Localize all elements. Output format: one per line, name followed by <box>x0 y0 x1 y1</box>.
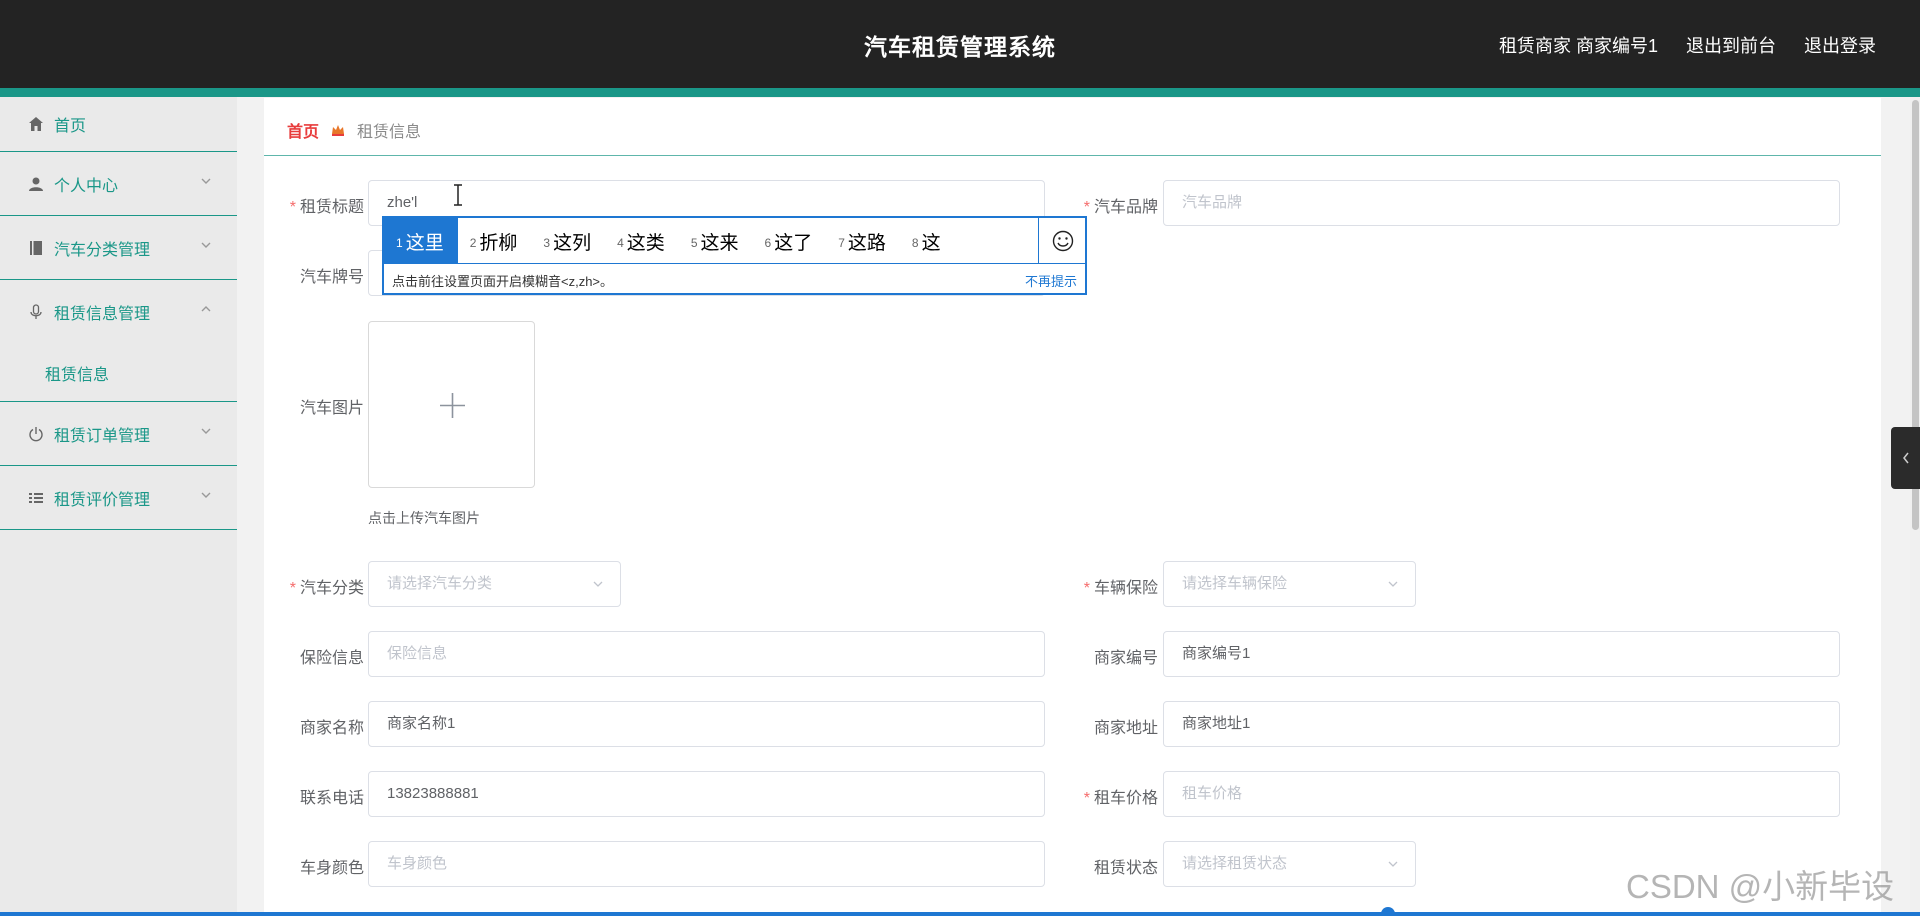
ime-hint[interactable]: 点击前往设置页面开启模糊音<z,zh>。 <box>392 271 613 290</box>
price-label: 租车价格 <box>1048 784 1158 808</box>
status-label: 租赁状态 <box>1093 860 1158 877</box>
ime-candidate[interactable]: 6 这了 <box>753 218 827 263</box>
color-input[interactable]: 车身颜色 <box>368 841 1045 887</box>
sidebar-item-label: 个人中心 <box>54 177 119 195</box>
price-input[interactable]: 租车价格 <box>1163 771 1840 817</box>
chevron-down-icon <box>1388 861 1398 867</box>
phone-input[interactable]: 13823888881 <box>368 771 1045 817</box>
plus-icon <box>440 393 465 418</box>
chevron-down-icon <box>201 428 211 434</box>
sidebar: 首页 个人中心 汽车分类管理 租赁信息管理 租赁信息 租赁订单管理 租赁评价管理 <box>0 97 237 916</box>
sidebar-item-rental-review[interactable]: 租赁评价管理 <box>0 466 237 530</box>
insurance-label: 车辆保险 <box>1048 574 1158 598</box>
sidebar-item-label: 首页 <box>54 118 87 135</box>
ime-candidate[interactable]: 2 折柳 <box>458 218 532 263</box>
insurance-info-label: 保险信息 <box>299 650 364 667</box>
ime-candidate[interactable]: 8这 <box>900 218 955 263</box>
sidebar-item-car-category[interactable]: 汽车分类管理 <box>0 216 237 280</box>
sidebar-subitem-rental-info[interactable]: 租赁信息 <box>0 344 237 402</box>
sidebar-item-personal-center[interactable]: 个人中心 <box>0 152 237 216</box>
ime-candidate-list: 1 这里 2 折柳 3 这列 4 这类 5 这来 6 这了 7 这路 8这 <box>384 218 1038 264</box>
merchant-name-input[interactable]: 商家名称1 <box>368 701 1045 747</box>
crown-icon <box>332 125 345 136</box>
sidebar-item-label: 租赁评价管理 <box>54 491 151 509</box>
text-cursor-icon <box>454 184 462 206</box>
chevron-down-icon <box>1388 581 1398 587</box>
upload-tip: 点击上传汽车图片 <box>368 510 480 526</box>
ime-candidate-popup: 1 这里 2 折柳 3 这列 4 这类 5 这来 6 这了 7 这路 8这 点击前往设置页面开… <box>382 216 1087 295</box>
merchant-no-label: 商家编号 <box>1093 650 1158 667</box>
chevron-up-icon <box>201 306 211 312</box>
merchant-addr-input[interactable]: 商家地址1 <box>1163 701 1840 747</box>
sidebar-item-home[interactable]: 首页 <box>0 97 237 152</box>
breadcrumb-home[interactable]: 首页 <box>287 118 319 142</box>
ime-candidate[interactable]: 4 这类 <box>605 218 679 263</box>
image-label: 汽车图片 <box>299 400 364 417</box>
logout-link[interactable]: 退出登录 <box>1804 32 1876 58</box>
ime-dismiss-link[interactable]: 不再提示 <box>1025 271 1077 290</box>
status-select-value: 请选择租赁状态 <box>1182 855 1288 872</box>
title-label: 租赁标题 <box>254 193 364 217</box>
plate-label: 汽车牌号 <box>299 269 364 286</box>
sidebar-item-label: 租赁订单管理 <box>54 427 151 445</box>
category-select-value: 请选择汽车分类 <box>387 575 493 592</box>
power-icon <box>28 426 44 442</box>
bottom-progress-bar <box>0 912 1920 916</box>
brand-label: 汽车品牌 <box>1048 193 1158 217</box>
list-icon <box>28 490 44 506</box>
color-label: 车身颜色 <box>299 860 364 877</box>
watermark: CSDN @小新毕设 <box>1626 868 1895 905</box>
ime-candidate[interactable]: 3 这列 <box>531 218 605 263</box>
chevron-left-icon <box>1902 452 1909 464</box>
insurance-select[interactable]: 请选择车辆保险 <box>1163 561 1416 607</box>
sidebar-item-label: 汽车分类管理 <box>54 241 151 259</box>
progress-handle[interactable] <box>1381 907 1395 916</box>
breadcrumb-current: 租赁信息 <box>357 124 422 141</box>
chevron-down-icon <box>593 581 603 587</box>
book-icon <box>28 240 44 256</box>
top-header: 汽车租赁管理系统 租赁商家 商家编号1 退出到前台 退出登录 <box>0 0 1920 88</box>
status-select[interactable]: 请选择租赁状态 <box>1163 841 1416 887</box>
user-icon <box>28 176 44 192</box>
breadcrumb: 首页 租赁信息 <box>287 118 421 142</box>
breadcrumb-divider <box>264 155 1881 156</box>
user-role-label: 租赁商家 商家编号1 <box>1498 36 1658 56</box>
ime-candidate[interactable]: 1 这里 <box>384 218 458 263</box>
home-icon <box>28 116 44 132</box>
brand-input[interactable]: 汽车品牌 <box>1163 180 1840 226</box>
ime-candidate[interactable]: 5 这来 <box>679 218 753 263</box>
side-collapse-tab[interactable] <box>1891 427 1920 489</box>
sidebar-item-rental-order[interactable]: 租赁订单管理 <box>0 402 237 466</box>
smiley-icon[interactable] <box>1038 218 1087 264</box>
header-accent-strip <box>0 88 1920 97</box>
insurance-info-input[interactable]: 保险信息 <box>368 631 1045 677</box>
microphone-icon <box>28 304 44 320</box>
merchant-addr-label: 商家地址 <box>1093 720 1158 737</box>
insurance-select-value: 请选择车辆保险 <box>1182 575 1288 592</box>
category-select[interactable]: 请选择汽车分类 <box>368 561 621 607</box>
phone-label: 联系电话 <box>299 790 364 807</box>
ime-candidate[interactable]: 7 这路 <box>826 218 900 263</box>
chevron-down-icon <box>201 492 211 498</box>
category-label: 汽车分类 <box>254 574 364 598</box>
merchant-no-input[interactable]: 商家编号1 <box>1163 631 1840 677</box>
sidebar-item-label: 租赁信息管理 <box>54 306 151 323</box>
to-front-link[interactable]: 退出到前台 <box>1686 32 1776 58</box>
sidebar-item-rental-info-mgmt[interactable]: 租赁信息管理 <box>0 280 237 344</box>
merchant-name-label: 商家名称 <box>299 720 364 737</box>
header-actions: 租赁商家 商家编号1 退出到前台 退出登录 <box>1499 32 1876 58</box>
image-upload-box[interactable] <box>368 321 535 488</box>
chevron-down-icon <box>201 178 211 184</box>
chevron-down-icon <box>201 242 211 248</box>
